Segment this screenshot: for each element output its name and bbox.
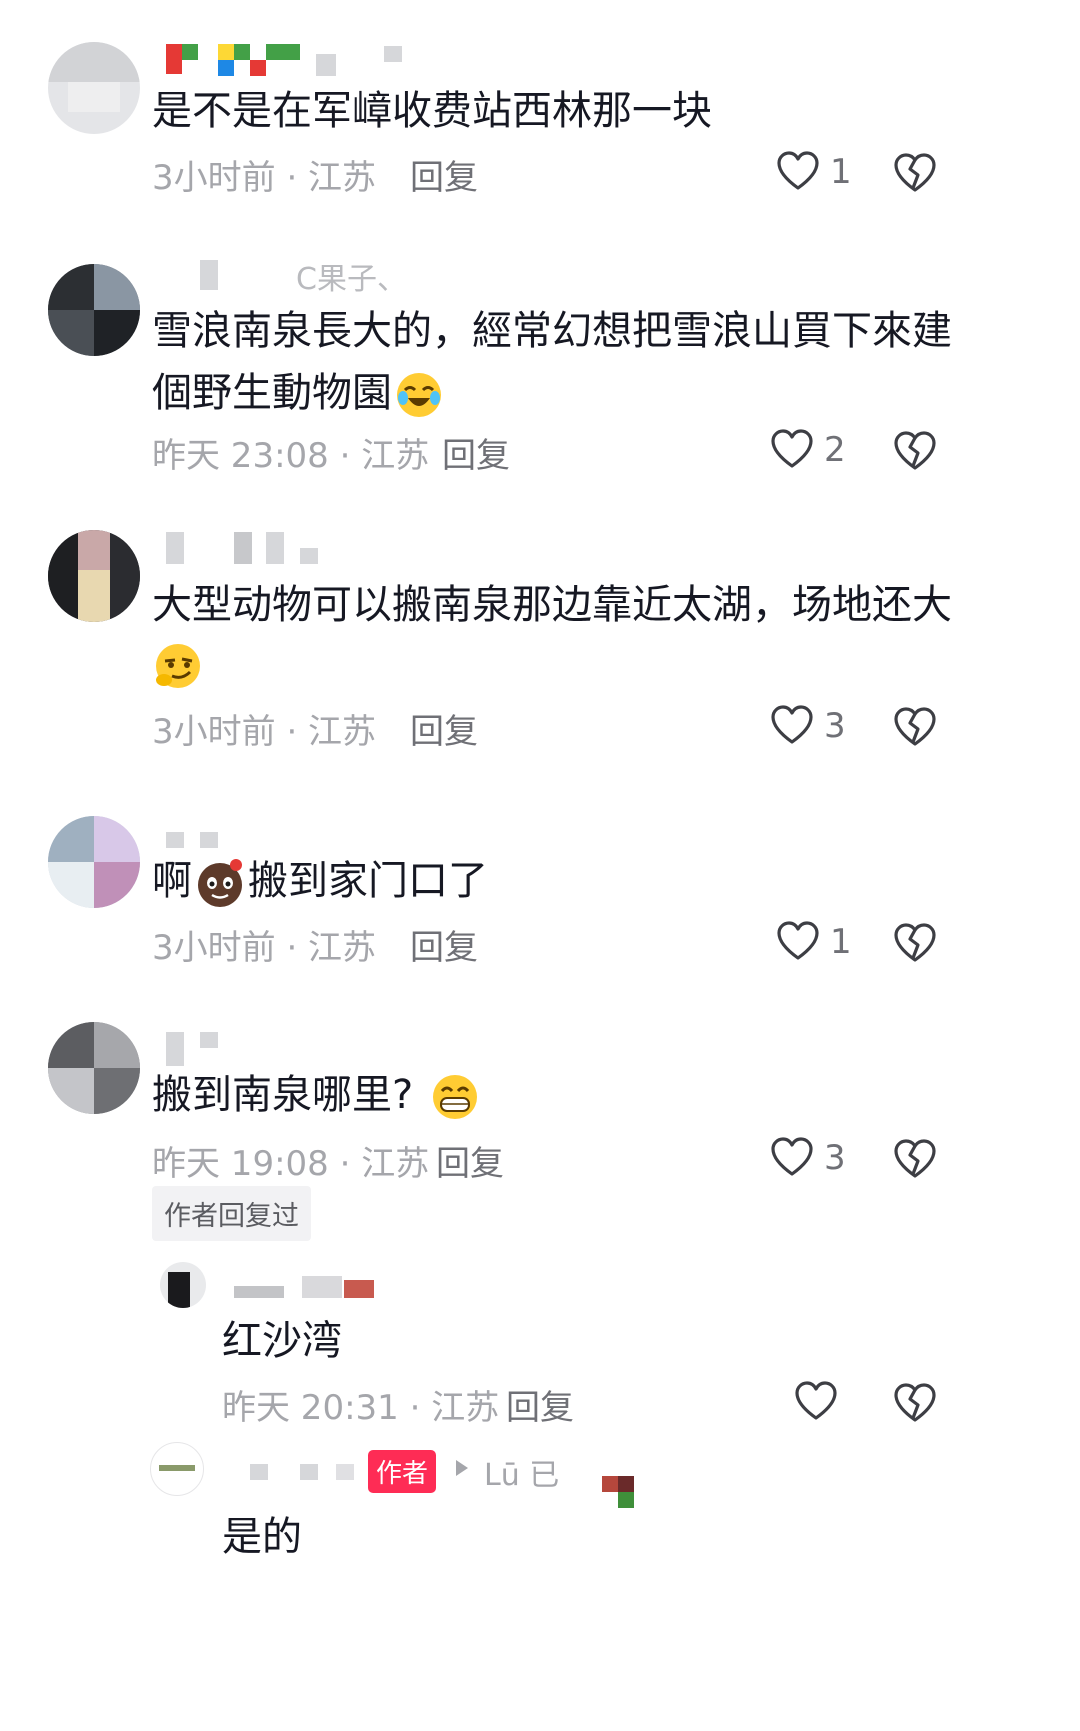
author-badge: 作者 (368, 1450, 437, 1493)
username-fragment: Lū 已 (484, 1458, 560, 1493)
like-button[interactable]: 3 (770, 704, 846, 752)
like-button[interactable]: 3 (770, 1136, 846, 1184)
broken-heart-icon[interactable] (892, 428, 938, 474)
author-replied-tag: 作者回复过 (152, 1186, 311, 1241)
reply-item: 红沙湾 昨天 20:31 · 江苏 回复 (0, 1246, 1080, 1446)
comment-text-part: 搬到家门口了 (248, 858, 488, 904)
crying-laughing-emoji-icon (394, 370, 444, 420)
avatar[interactable] (48, 530, 140, 622)
broken-heart-icon[interactable] (892, 1136, 938, 1182)
grinning-emoji-icon (429, 1071, 481, 1123)
reply-button[interactable]: 回复 (436, 1136, 504, 1185)
comment-meta: 3小时前 · 江苏 (152, 158, 377, 198)
comment-meta: 昨天 23:08 · 江苏 (152, 436, 430, 476)
comment-text: 啊 搬到家门口了 (152, 848, 488, 914)
username-fragment: C果子、 (296, 262, 407, 297)
heart-outline-icon (776, 150, 820, 194)
brown-face-emoji-icon (194, 857, 246, 909)
avatar[interactable] (48, 42, 140, 134)
heart-outline-icon (770, 1136, 814, 1180)
like-button[interactable]: 2 (770, 428, 846, 476)
like-button[interactable]: 1 (776, 920, 852, 968)
username-blurred[interactable]: C果子、 (200, 260, 420, 297)
reply-button[interactable]: 回复 (442, 428, 510, 477)
heart-outline-icon (770, 704, 814, 748)
reply-text: 红沙湾 (222, 1318, 342, 1364)
author-avatar[interactable] (150, 1442, 204, 1496)
like-count: 1 (830, 922, 852, 962)
comment-item: 大型动物可以搬南泉那边靠近太湖，场地还大 3小时前 · 江苏 回复 3 (0, 510, 1080, 800)
like-count: 2 (824, 430, 846, 470)
heart-outline-icon (770, 428, 814, 472)
comment-item: C果子、 雪浪南泉長大的，經常幻想把雪浪山買下來建 個野生動物園 昨天 23:0… (0, 230, 1080, 510)
broken-heart-icon[interactable] (892, 1380, 938, 1426)
comment-item: 是不是在军嶂收费站西林那一块 3小时前 · 江苏 回复 1 (0, 0, 1080, 230)
avatar[interactable] (48, 1022, 140, 1114)
comment-text-part: 啊 (152, 858, 192, 904)
username-blurred[interactable] (166, 44, 406, 78)
comment-meta: 3小时前 · 江苏 (152, 928, 377, 968)
username-blurred[interactable] (250, 1464, 370, 1498)
like-count: 3 (824, 1138, 846, 1178)
play-triangle-icon (456, 1460, 468, 1476)
username-blurred[interactable] (166, 532, 326, 566)
comment-meta: 3小时前 · 江苏 (152, 712, 377, 752)
comment-text: 搬到南泉哪里? (152, 1072, 414, 1118)
comment-text: 搬到南泉哪里? (152, 1062, 481, 1128)
reply-button[interactable]: 回复 (410, 150, 478, 199)
reply-button[interactable]: 回复 (410, 704, 478, 753)
username-blurred[interactable] (234, 1276, 384, 1310)
comment-text-line1: 雪浪南泉長大的，經常幻想把雪浪山買下來建 (152, 308, 952, 354)
color-blocks (602, 1476, 636, 1510)
reply-item: 作者 Lū 已 是的 (0, 1436, 1080, 1731)
like-count: 3 (824, 706, 846, 746)
like-count: 1 (830, 152, 852, 192)
broken-heart-icon[interactable] (892, 704, 938, 750)
comment-text: 是不是在军嶂收费站西林那一块 (152, 88, 712, 134)
like-button[interactable]: 1 (776, 150, 852, 198)
comment-text-line2: 個野生動物園 (152, 360, 444, 426)
reply-text: 是的 (222, 1514, 302, 1560)
heart-outline-icon (776, 920, 820, 964)
username-blurred[interactable] (166, 1032, 226, 1066)
heart-outline-icon (794, 1380, 838, 1424)
comment-text-line1: 大型动物可以搬南泉那边靠近太湖，场地还大 (152, 582, 952, 628)
avatar[interactable] (160, 1262, 206, 1308)
comment-meta: 昨天 19:08 · 江苏 (152, 1144, 430, 1184)
reply-button[interactable]: 回复 (506, 1380, 574, 1429)
comment-item: 搬到南泉哪里? 昨天 19:08 · 江苏 回复 3 作者回复过 红沙湾 昨天 … (0, 1010, 1080, 1731)
broken-heart-icon[interactable] (892, 150, 938, 196)
smirk-thinking-emoji-icon (152, 640, 204, 692)
comment-text: 個野生動物園 (152, 370, 392, 416)
reply-button[interactable]: 回复 (410, 920, 478, 969)
reply-meta: 昨天 20:31 · 江苏 (222, 1388, 500, 1428)
comment-item: 啊 搬到家门口了 3小时前 · 江苏 回复 1 (0, 800, 1080, 1010)
avatar[interactable] (48, 816, 140, 908)
avatar[interactable] (48, 264, 140, 356)
like-button[interactable] (794, 1380, 844, 1428)
broken-heart-icon[interactable] (892, 920, 938, 966)
